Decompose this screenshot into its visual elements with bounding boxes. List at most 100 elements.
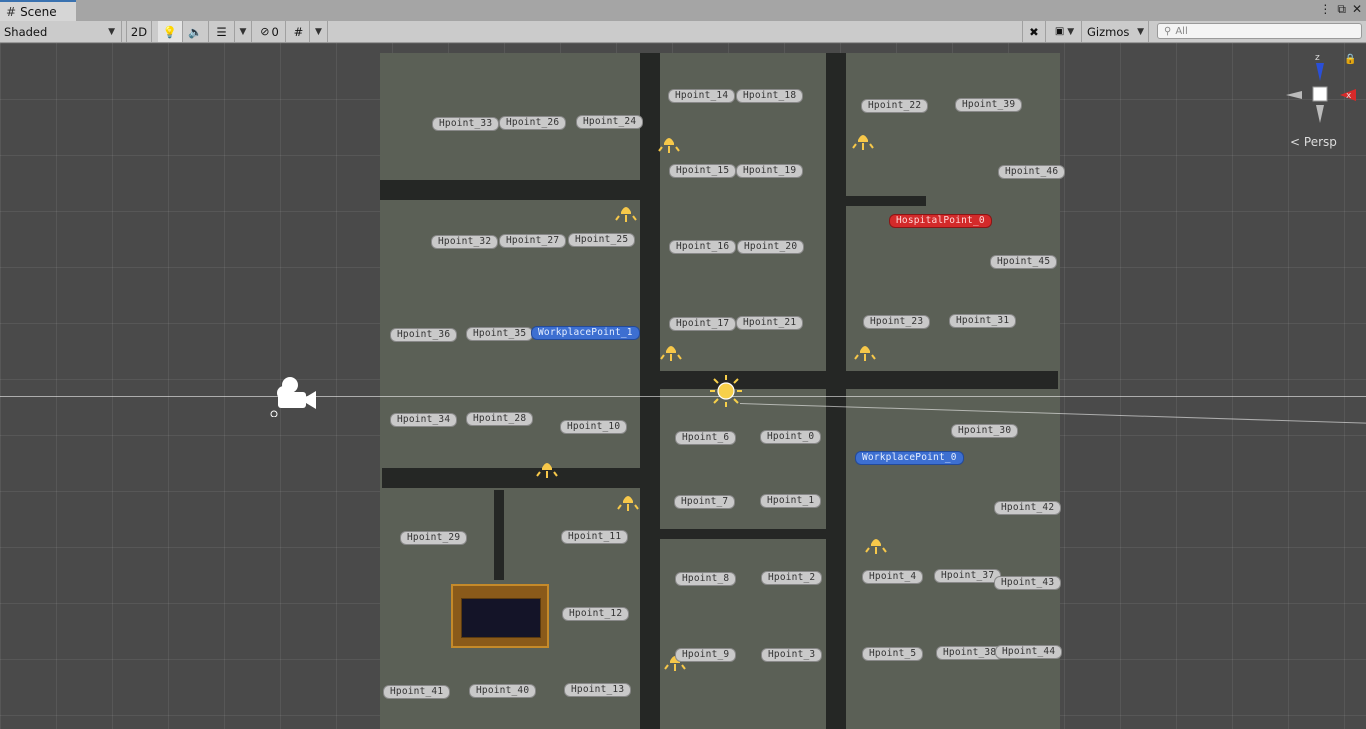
point-label[interactable]: Hpoint_33 <box>432 117 500 131</box>
point-label[interactable]: Hpoint_45 <box>990 255 1058 269</box>
grid-snap-icon: # <box>293 24 304 39</box>
point-label[interactable]: Hpoint_6 <box>675 431 737 445</box>
grid-dropdown[interactable]: ▼ <box>310 21 328 42</box>
light-icon[interactable] <box>852 128 874 152</box>
building[interactable] <box>451 584 549 648</box>
tab-scene[interactable]: # Scene <box>0 0 76 21</box>
light-icon[interactable] <box>617 489 639 513</box>
search-icon: ⚲ <box>1164 25 1172 37</box>
point-label[interactable]: Hpoint_3 <box>761 648 823 662</box>
point-label[interactable]: Hpoint_43 <box>994 576 1062 590</box>
point-label[interactable]: Hpoint_24 <box>576 115 644 129</box>
chevron-down-icon: ▼ <box>1137 26 1144 37</box>
scene-toolbar: Shaded ▼ 2D 💡 🔈 ☰ ▼ ⊘ 0 # ▼ ✖ ▣ ▼ Gizmos… <box>0 21 1366 43</box>
search-placeholder: All <box>1175 25 1188 37</box>
point-label[interactable]: Hpoint_2 <box>761 571 823 585</box>
point-label[interactable]: Hpoint_0 <box>760 430 822 444</box>
road-horizontal-5 <box>846 196 926 206</box>
point-label[interactable]: Hpoint_12 <box>562 607 630 621</box>
point-label[interactable]: Hpoint_39 <box>955 98 1023 112</box>
point-label[interactable]: Hpoint_23 <box>863 315 931 329</box>
point-label[interactable]: Hpoint_16 <box>669 240 737 254</box>
point-label[interactable]: Hpoint_36 <box>390 328 458 342</box>
point-label[interactable]: Hpoint_29 <box>400 531 468 545</box>
tab-scene-label: Scene <box>20 4 57 19</box>
point-label[interactable]: Hpoint_41 <box>383 685 451 699</box>
point-label[interactable]: Hpoint_14 <box>668 89 736 103</box>
gizmos-dropdown[interactable]: Gizmos ▼ <box>1083 21 1149 42</box>
point-label[interactable]: Hpoint_19 <box>736 164 804 178</box>
grid-toggle[interactable]: # <box>288 21 310 42</box>
point-label[interactable]: Hpoint_20 <box>737 240 805 254</box>
point-label[interactable]: Hpoint_38 <box>936 646 1004 660</box>
point-label[interactable]: Hpoint_35 <box>466 327 534 341</box>
light-icon[interactable] <box>615 200 637 224</box>
point-label[interactable]: Hpoint_25 <box>568 233 636 247</box>
scene-viewport[interactable]: Hpoint_33 Hpoint_26 Hpoint_24 Hpoint_14 … <box>0 43 1366 729</box>
point-label[interactable]: Hpoint_26 <box>499 116 567 130</box>
horizon-line <box>0 396 1366 397</box>
point-label[interactable]: Hpoint_5 <box>862 647 924 661</box>
point-label[interactable]: Hpoint_22 <box>861 99 929 113</box>
point-label[interactable]: Hpoint_8 <box>675 572 737 586</box>
maximize-icon[interactable]: ⧉ <box>1337 2 1346 17</box>
point-label[interactable]: Hpoint_10 <box>560 420 628 434</box>
point-label[interactable]: Hpoint_7 <box>674 495 736 509</box>
chevron-left-icon: < <box>1290 135 1301 149</box>
workplace-point-label[interactable]: WorkplacePoint_1 <box>531 326 640 340</box>
2d-toggle-button[interactable]: 2D <box>126 21 152 42</box>
light-icon[interactable] <box>865 532 887 556</box>
close-icon[interactable]: ✕ <box>1352 2 1362 17</box>
point-label[interactable]: Hpoint_27 <box>499 234 567 248</box>
point-label[interactable]: Hpoint_4 <box>862 570 924 584</box>
point-label[interactable]: Hpoint_1 <box>760 494 822 508</box>
road-horizontal-4 <box>660 529 830 539</box>
point-label[interactable]: Hpoint_21 <box>736 316 804 330</box>
camera-settings-dropdown[interactable]: ▣ ▼ <box>1048 21 1082 42</box>
point-label[interactable]: Hpoint_13 <box>564 683 632 697</box>
effects-toggle[interactable]: ☰ <box>209 21 235 42</box>
scene-visibility-toggle[interactable]: ⊘ 0 <box>254 21 286 42</box>
road-vertical-1 <box>640 53 660 729</box>
point-label[interactable]: Hpoint_28 <box>466 412 534 426</box>
point-label[interactable]: Hpoint_34 <box>390 413 458 427</box>
projection-toggle[interactable]: < Persp <box>1290 135 1337 149</box>
lock-icon[interactable]: 🔒 <box>1344 54 1356 65</box>
chevron-down-icon: ▼ <box>239 26 247 37</box>
road-vertical-2 <box>826 53 846 729</box>
point-label[interactable]: Hpoint_46 <box>998 165 1066 179</box>
workplace-point-label[interactable]: WorkplacePoint_0 <box>855 451 964 465</box>
point-label[interactable]: Hpoint_31 <box>949 314 1017 328</box>
effects-dropdown[interactable]: ▼ <box>235 21 252 42</box>
light-icon[interactable] <box>536 456 558 480</box>
light-icon[interactable] <box>660 339 682 363</box>
axis-z-label: z <box>1315 53 1320 63</box>
search-input[interactable]: ⚲ All <box>1157 23 1362 39</box>
more-options-icon[interactable]: ⋮ <box>1319 2 1331 17</box>
point-label[interactable]: Hpoint_44 <box>995 645 1063 659</box>
point-label[interactable]: Hpoint_30 <box>951 424 1019 438</box>
light-icon[interactable] <box>658 131 680 155</box>
point-label[interactable]: Hpoint_18 <box>736 89 804 103</box>
road-horizontal-3 <box>382 468 644 488</box>
speaker-icon: 🔈 <box>188 24 203 39</box>
lightbulb-icon: 💡 <box>162 24 178 39</box>
point-label[interactable]: Hpoint_17 <box>669 317 737 331</box>
point-label[interactable]: Hpoint_15 <box>669 164 737 178</box>
point-label[interactable]: Hpoint_40 <box>469 684 537 698</box>
point-label[interactable]: Hpoint_42 <box>994 501 1062 515</box>
hospital-point-label[interactable]: HospitalPoint_0 <box>889 214 992 228</box>
tools-toggle[interactable]: ✖ <box>1022 21 1046 42</box>
point-label[interactable]: Hpoint_37 <box>934 569 1002 583</box>
point-label[interactable]: Hpoint_11 <box>561 530 629 544</box>
sun-icon[interactable] <box>708 373 744 409</box>
chevron-down-icon: ▼ <box>108 26 115 37</box>
shading-mode-dropdown[interactable]: Shaded ▼ <box>0 21 122 42</box>
point-label[interactable]: Hpoint_9 <box>675 648 737 662</box>
audio-toggle[interactable]: 🔈 <box>183 21 209 42</box>
chevron-down-icon: ▼ <box>1067 26 1075 37</box>
point-label[interactable]: Hpoint_32 <box>431 235 499 249</box>
light-icon[interactable] <box>854 339 876 363</box>
lighting-toggle[interactable]: 💡 <box>158 21 183 42</box>
camera-icon[interactable] <box>268 369 320 417</box>
